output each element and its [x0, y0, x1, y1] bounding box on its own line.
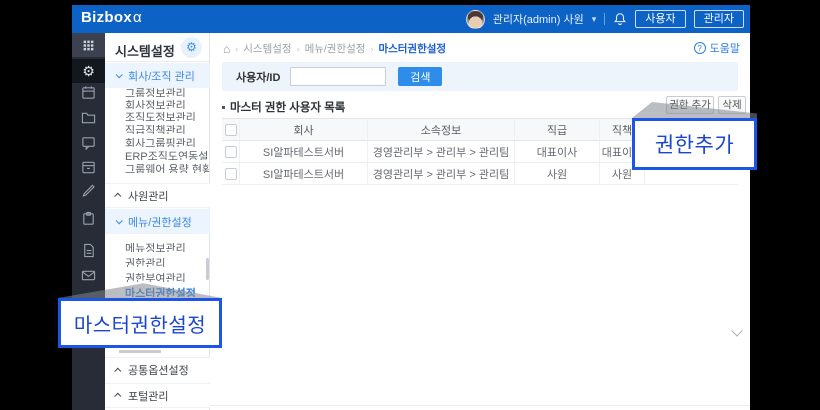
sidebar-item[interactable]: 그룹웨어 용량 현황: [125, 161, 209, 173]
apps-grid-icon[interactable]: [72, 33, 105, 57]
sidebar-header: 시스템설정 ? ⚙: [105, 33, 209, 62]
app-window: Bizboxα 관리자(admin) 사원 ▾ 사용자 관리자 ⚙ 시스템설정 …: [72, 5, 750, 410]
chevron-down-icon: [115, 217, 123, 225]
sidebar: 시스템설정 ? ⚙ 회사/조직 관리 그룹정보관리 회사정보관리 조직도정보관리…: [105, 33, 210, 410]
home-icon[interactable]: ⌂: [223, 43, 230, 55]
mail-icon[interactable]: [72, 264, 105, 286]
select-all-checkbox[interactable]: [224, 123, 237, 136]
breadcrumb-current: 마스터권한설정: [378, 43, 447, 55]
sidebar-item[interactable]: 회사정보관리: [125, 97, 209, 109]
avatar[interactable]: [465, 9, 485, 29]
logo-text: Bizbox: [81, 9, 132, 26]
sidebar-item[interactable]: 조직도정보관리: [125, 109, 209, 121]
topbar-right: 관리자(admin) 사원 ▾ 사용자 관리자: [465, 5, 744, 33]
topbar: Bizboxα 관리자(admin) 사원 ▾ 사용자 관리자: [72, 5, 750, 33]
divider: [604, 13, 606, 25]
row-checkbox[interactable]: [224, 167, 237, 180]
sidebar-item[interactable]: ERP조직도연동설정: [125, 148, 209, 160]
search-panel: 사용자/ID 검색: [222, 62, 738, 91]
screenshot-stage: Bizboxα 관리자(admin) 사원 ▾ 사용자 관리자 ⚙ 시스템설정 …: [0, 0, 820, 410]
chevron-up-icon: [114, 392, 122, 400]
sidebar-section-portal[interactable]: 포털관리: [105, 383, 210, 408]
column-header: 직급: [515, 119, 600, 140]
sidebar-section-employee[interactable]: 사원관리: [105, 183, 210, 208]
column-header: 소속정보: [368, 119, 515, 140]
chevron-up-icon: [114, 367, 122, 375]
app-logo[interactable]: Bizboxα: [81, 9, 142, 26]
user-menu-label[interactable]: 관리자(admin) 사원: [493, 11, 584, 27]
pen-icon[interactable]: [72, 179, 105, 201]
sidebar-item[interactable]: 권한부여관리: [125, 270, 209, 282]
sidebar-scrollbar-thumb[interactable]: [206, 258, 209, 280]
clipboard-icon[interactable]: [72, 207, 105, 229]
sidebar-item[interactable]: 메뉴정보관리: [125, 240, 209, 252]
column-header: 회사: [240, 119, 368, 140]
archive-box-icon[interactable]: [72, 156, 105, 178]
breadcrumb: ⌂ › 시스템설정 › 메뉴/권한설정 › 마스터권한설정: [223, 41, 447, 56]
content-area: ⌂ › 시스템설정 › 메뉴/권한설정 › 마스터권한설정 ? 도움말 사용자/…: [210, 33, 750, 410]
callout-master-permission: 마스터권한설정: [58, 298, 222, 348]
chevron-up-icon: [114, 192, 122, 200]
sidebar-section-common[interactable]: 공통옵션설정: [105, 357, 210, 382]
settings-gear-icon-active[interactable]: ⚙: [72, 59, 105, 83]
sidebar-gear-button[interactable]: ⚙: [181, 37, 202, 58]
admin-mode-button[interactable]: 관리자: [693, 10, 744, 28]
folder-icon[interactable]: [72, 106, 105, 128]
callout-permission-add: 권한추가: [632, 118, 757, 170]
row-checkbox[interactable]: [224, 145, 237, 158]
icon-rail: ⚙: [72, 33, 105, 410]
search-input[interactable]: [290, 67, 387, 86]
breadcrumb-item[interactable]: 메뉴/권한설정: [305, 41, 366, 56]
sidebar-item[interactable]: 그룹정보관리: [125, 85, 209, 97]
search-label: 사용자/ID: [236, 71, 281, 84]
search-button[interactable]: 검색: [398, 67, 443, 86]
sidebar-title: 시스템설정: [115, 44, 175, 59]
chevron-down-icon: ▾: [591, 13, 597, 24]
sidebar-item[interactable]: 회사그룹핑관리: [125, 135, 209, 147]
notification-bell-icon[interactable]: [613, 12, 627, 26]
help-icon: ?: [693, 42, 706, 54]
gear-icon: ⚙: [82, 63, 95, 79]
document-icon[interactable]: [72, 239, 105, 261]
chat-icon[interactable]: [72, 131, 105, 153]
bullet-icon: [222, 105, 225, 109]
user-mode-button[interactable]: 사용자: [635, 10, 686, 28]
logo-alpha: α: [132, 9, 142, 26]
sidebar-item[interactable]: 직급직책관리: [125, 122, 209, 134]
scroll-down-chevron-icon[interactable]: [731, 325, 743, 337]
sidebar-section-menu-auth[interactable]: 메뉴/권한설정: [105, 209, 210, 234]
calendar-icon[interactable]: [72, 81, 105, 103]
occluded-menu-item: [119, 350, 161, 353]
breadcrumb-item[interactable]: 시스템설정: [243, 41, 291, 56]
bottom-divider: [210, 405, 750, 406]
list-title: 마스터 권한 사용자 목록: [222, 99, 345, 115]
help-link[interactable]: ? 도움말: [693, 40, 740, 56]
sidebar-item[interactable]: 권한관리: [125, 255, 209, 267]
chevron-down-icon: [115, 71, 123, 79]
